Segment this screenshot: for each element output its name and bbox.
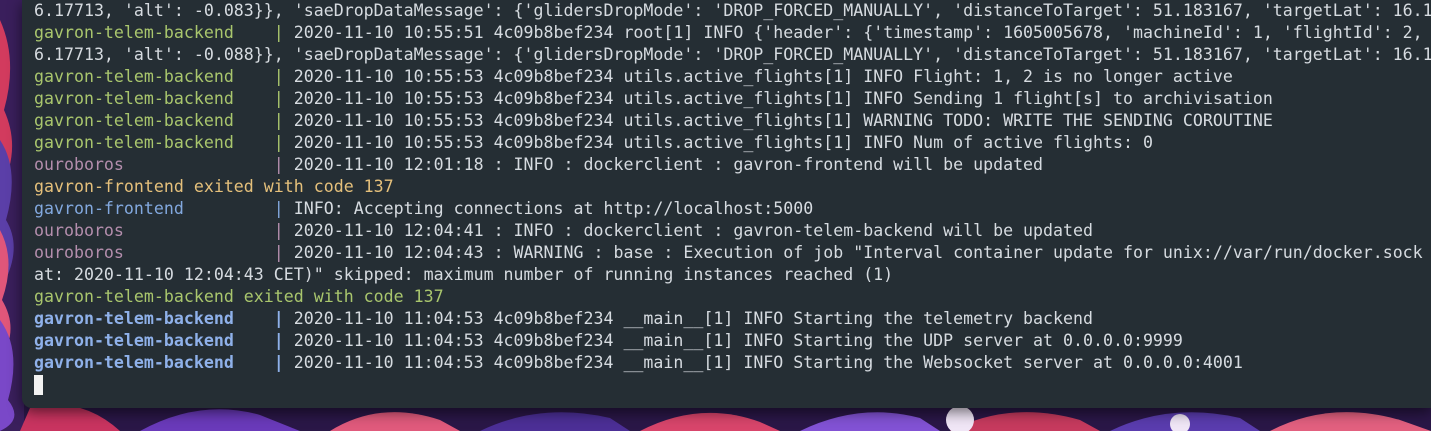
- log-text: |: [273, 155, 294, 174]
- log-text: 2020-11-10 10:55:51 4c09b8bef234 root[1]…: [293, 23, 1423, 42]
- terminal-line: gavron-frontend | INFO: Accepting connec…: [34, 198, 1431, 220]
- log-text: |: [273, 111, 294, 130]
- terminal-line: ouroboros | 2020-11-10 12:04:43 : WARNIN…: [34, 242, 1431, 264]
- service-name: gavron-telem-backend: [34, 67, 274, 86]
- log-text: 2020-11-10 11:04:53 4c09b8bef234 __main_…: [293, 309, 1093, 328]
- log-text: 2020-11-10 11:04:53 4c09b8bef234 __main_…: [293, 353, 1243, 372]
- terminal-line: at: 2020-11-10 12:04:43 CET)" skipped: m…: [34, 264, 1431, 286]
- terminal-line: gavron-telem-backend | 2020-11-10 11:04:…: [34, 308, 1431, 330]
- service-name: ouroboros: [34, 243, 274, 262]
- terminal-line: gavron-telem-backend | 2020-11-10 11:04:…: [34, 330, 1431, 352]
- log-text: 2020-11-10 10:55:53 4c09b8bef234 utils.a…: [293, 111, 1273, 130]
- terminal-line: ouroboros | 2020-11-10 12:04:41 : INFO :…: [34, 220, 1431, 242]
- log-text: |: [273, 133, 294, 152]
- text-cursor: [34, 375, 43, 395]
- log-text: |: [273, 67, 294, 86]
- service-name: gavron-frontend: [34, 199, 274, 218]
- log-text: 2020-11-10 10:55:53 4c09b8bef234 utils.a…: [293, 67, 1233, 86]
- terminal-line: 6.17713, 'alt': -0.083}}, 'saeDropDataMe…: [34, 0, 1431, 22]
- log-text: 2020-11-10 10:55:53 4c09b8bef234 utils.a…: [293, 133, 1153, 152]
- terminal-line: ouroboros | 2020-11-10 12:01:18 : INFO :…: [34, 154, 1431, 176]
- service-name: ouroboros: [34, 221, 274, 240]
- log-text: |: [273, 353, 294, 372]
- service-name: gavron-telem-backend: [34, 23, 274, 42]
- prompt-line[interactable]: [34, 374, 1431, 396]
- terminal-line: gavron-telem-backend | 2020-11-10 10:55:…: [34, 22, 1431, 44]
- terminal-window[interactable]: 6.17713, 'alt': -0.083}}, 'saeDropDataMe…: [22, 0, 1431, 408]
- log-text: 2020-11-10 12:04:43 : WARNING : base : E…: [293, 243, 1423, 262]
- service-name: gavron-telem-backend: [34, 353, 274, 372]
- terminal-line: gavron-telem-backend | 2020-11-10 10:55:…: [34, 110, 1431, 132]
- log-text: gavron-telem-backend exited with code 13…: [34, 287, 444, 306]
- log-text: 2020-11-10 10:55:53 4c09b8bef234 utils.a…: [293, 89, 1273, 108]
- log-text: 2020-11-10 12:01:18 : INFO : dockerclien…: [293, 155, 1044, 174]
- log-text: |: [273, 199, 294, 218]
- terminal-line: gavron-frontend exited with code 137: [34, 176, 1431, 198]
- log-text: 2020-11-10 11:04:53 4c09b8bef234 __main_…: [293, 331, 1183, 350]
- log-text: |: [273, 309, 294, 328]
- terminal-output[interactable]: 6.17713, 'alt': -0.083}}, 'saeDropDataMe…: [34, 0, 1431, 396]
- log-text: gavron-frontend exited with code 137: [34, 177, 394, 196]
- service-name: gavron-telem-backend: [34, 89, 274, 108]
- service-name: gavron-telem-backend: [34, 309, 274, 328]
- log-text: 6.17713, 'alt': -0.083}}, 'saeDropDataMe…: [34, 1, 1431, 20]
- service-name: gavron-telem-backend: [34, 133, 274, 152]
- log-text: 6.17713, 'alt': -0.088}}, 'saeDropDataMe…: [34, 45, 1431, 64]
- log-text: |: [273, 23, 294, 42]
- log-text: INFO: Accepting connections at http://lo…: [293, 199, 814, 218]
- terminal-line: gavron-telem-backend | 2020-11-10 11:04:…: [34, 352, 1431, 374]
- terminal-line: gavron-telem-backend | 2020-11-10 10:55:…: [34, 66, 1431, 88]
- terminal-line: gavron-telem-backend exited with code 13…: [34, 286, 1431, 308]
- log-text: |: [273, 221, 294, 240]
- terminal-line: 6.17713, 'alt': -0.088}}, 'saeDropDataMe…: [34, 44, 1431, 66]
- log-text: |: [273, 89, 294, 108]
- terminal-line: gavron-telem-backend | 2020-11-10 10:55:…: [34, 132, 1431, 154]
- service-name: gavron-telem-backend: [34, 331, 274, 350]
- service-name: gavron-telem-backend: [34, 111, 274, 130]
- terminal-line: gavron-telem-backend | 2020-11-10 10:55:…: [34, 88, 1431, 110]
- log-text: 2020-11-10 12:04:41 : INFO : dockerclien…: [293, 221, 1093, 240]
- log-text: at: 2020-11-10 12:04:43 CET)" skipped: m…: [34, 265, 894, 284]
- service-name: ouroboros: [34, 155, 274, 174]
- log-text: |: [273, 331, 294, 350]
- log-text: |: [273, 243, 294, 262]
